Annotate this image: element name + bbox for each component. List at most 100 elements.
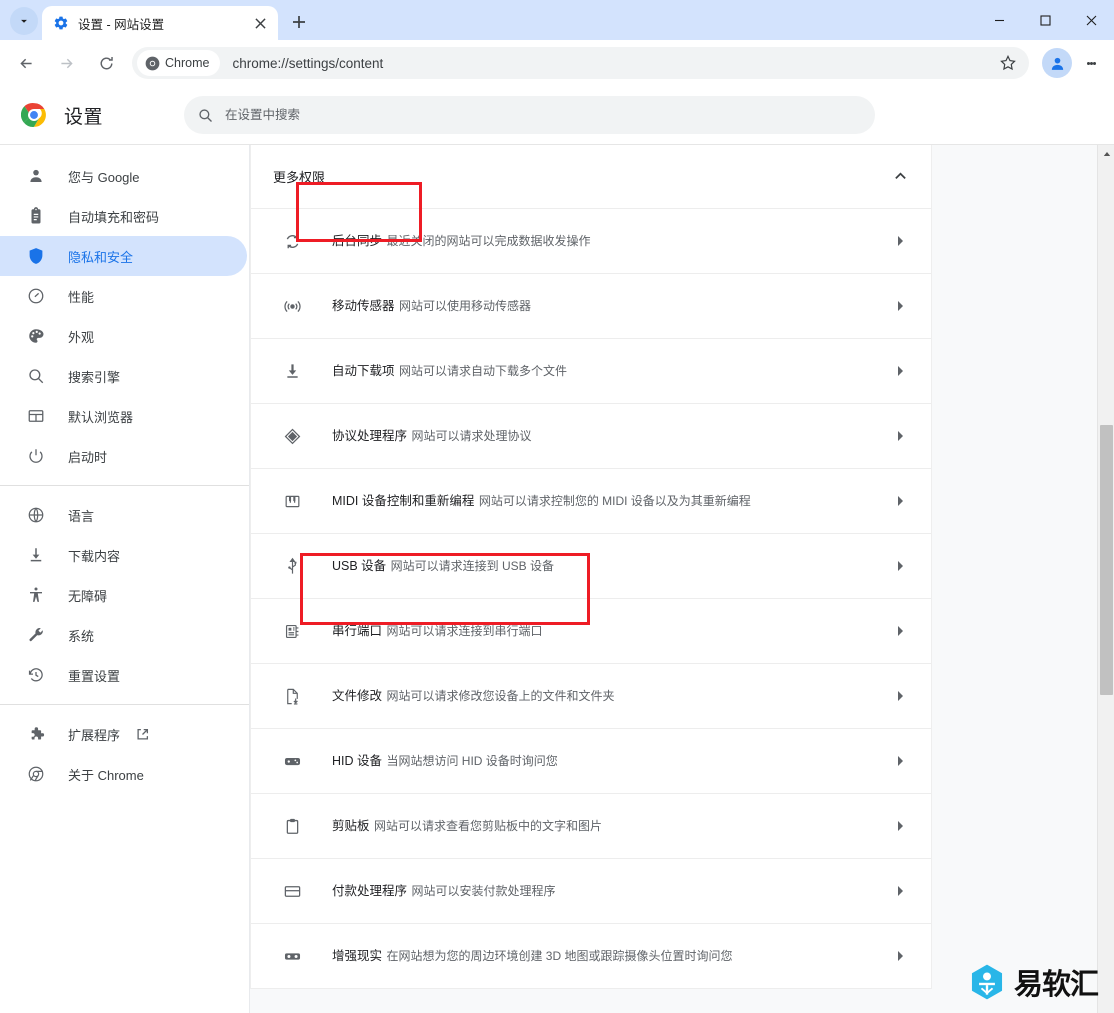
globe-icon: [26, 505, 46, 525]
sidebar-item-label: 隐私和安全: [68, 249, 134, 265]
chevron-right-icon[interactable]: [891, 427, 909, 445]
permission-row-file-editing[interactable]: 文件修改 网站可以请求修改您设备上的文件和文件夹: [251, 664, 931, 729]
permission-row-usb-devices[interactable]: USB 设备 网站可以请求连接到 USB 设备: [251, 534, 931, 599]
profile-avatar[interactable]: [1042, 48, 1072, 78]
ar-icon: [281, 945, 303, 967]
restore-icon: [26, 665, 46, 685]
new-tab-button[interactable]: [285, 8, 313, 36]
bookmark-star-icon[interactable]: [993, 48, 1023, 78]
sidebar-item-autofill-passwords[interactable]: 自动填充和密码: [0, 196, 247, 236]
sidebar-item-search-engine[interactable]: 搜索引擎: [0, 356, 247, 396]
chrome-chip: Chrome: [137, 50, 221, 76]
permission-row-midi-devices[interactable]: MIDI 设备控制和重新编程 网站可以请求控制您的 MIDI 设备以及为其重新编…: [251, 469, 931, 534]
permission-row-protocol-handlers[interactable]: 协议处理程序 网站可以请求处理协议: [251, 404, 931, 469]
chevron-right-icon[interactable]: [891, 947, 909, 965]
permission-title: 付款处理程序: [332, 883, 408, 898]
browser-window: 设置 - 网站设置 Chrome chrome://settings/conte…: [0, 0, 1114, 1013]
scrollbar-up-arrow[interactable]: [1098, 145, 1114, 162]
sidebar-item-about-chrome[interactable]: 关于 Chrome: [0, 754, 247, 794]
chevron-right-icon[interactable]: [891, 557, 909, 575]
sidebar-item-default-browser[interactable]: 默认浏览器: [0, 396, 247, 436]
address-bar[interactable]: Chrome chrome://settings/content: [132, 47, 1029, 79]
sidebar-item-reset-settings[interactable]: 重置设置: [0, 655, 247, 695]
sidebar-item-label: 默认浏览器: [68, 409, 134, 425]
gear-icon: [53, 15, 69, 31]
scrollbar-thumb[interactable]: [1100, 425, 1113, 695]
close-icon[interactable]: [250, 13, 270, 33]
search-input[interactable]: [225, 108, 876, 122]
close-button[interactable]: [1068, 0, 1114, 40]
sidebar-item-you-and-google[interactable]: 您与 Google: [0, 156, 247, 196]
chevron-down-icon: [21, 19, 27, 23]
power-icon: [26, 446, 46, 466]
chevron-right-icon[interactable]: [891, 752, 909, 770]
permission-desc: 最近关闭的网站可以完成数据收发操作: [386, 233, 591, 248]
puzzle-icon: [26, 724, 46, 744]
chrome-menu-button[interactable]: [1077, 48, 1105, 78]
sidebar-item-label: 性能: [68, 289, 95, 305]
tab-search-button[interactable]: [10, 7, 38, 35]
download-icon: [281, 360, 303, 382]
permission-text: 串行端口 网站可以请求连接到串行端口: [332, 622, 891, 641]
sidebar-item-label: 搜索引擎: [68, 369, 121, 385]
sync-icon: [281, 230, 303, 252]
back-button[interactable]: [10, 47, 42, 79]
permission-title: 协议处理程序: [332, 428, 408, 443]
sidebar-item-privacy-security[interactable]: 隐私和安全: [0, 236, 247, 276]
chevron-right-icon[interactable]: [891, 362, 909, 380]
section-title: 更多权限: [273, 170, 326, 185]
chevron-right-icon[interactable]: [891, 687, 909, 705]
shield-icon: [26, 246, 46, 266]
sidebar-item-label: 重置设置: [68, 668, 121, 684]
chrome-icon: [26, 764, 46, 784]
search-icon: [26, 366, 46, 386]
permission-row-hid-devices[interactable]: HID 设备 当网站想访问 HID 设备时询问您: [251, 729, 931, 794]
sensor-icon: [281, 295, 303, 317]
chevron-right-icon[interactable]: [891, 297, 909, 315]
browser-toolbar: Chrome chrome://settings/content: [0, 40, 1114, 86]
sidebar-item-extensions[interactable]: 扩展程序: [0, 714, 247, 754]
minimize-button[interactable]: [976, 0, 1022, 40]
chevron-right-icon[interactable]: [891, 232, 909, 250]
permission-desc: 网站可以请求查看您剪贴板中的文字和图片: [373, 818, 602, 833]
permission-desc: 网站可以使用移动传感器: [398, 298, 531, 313]
sidebar-item-accessibility[interactable]: 无障碍: [0, 575, 247, 615]
search-icon: [199, 108, 212, 122]
permission-row-augmented-reality[interactable]: 增强现实 在网站想为您的周边环境创建 3D 地图或跟踪摄像头位置时询问您: [251, 924, 931, 989]
sidebar-item-languages[interactable]: 语言: [0, 495, 247, 535]
more-permissions-header[interactable]: 更多权限: [251, 145, 931, 209]
chevron-right-icon[interactable]: [891, 492, 909, 510]
chevron-right-icon[interactable]: [891, 817, 909, 835]
sidebar-item-system[interactable]: 系统: [0, 615, 247, 655]
person-icon: [1051, 57, 1063, 70]
reload-button[interactable]: [90, 47, 122, 79]
permission-row-serial-ports[interactable]: 串行端口 网站可以请求连接到串行端口: [251, 599, 931, 664]
address-bar-url: chrome://settings/content: [232, 55, 384, 71]
forward-button[interactable]: [50, 47, 82, 79]
chevron-right-icon[interactable]: [891, 622, 909, 640]
permission-row-background-sync[interactable]: 后台同步 最近关闭的网站可以完成数据收发操作: [251, 209, 931, 274]
permission-row-automatic-downloads[interactable]: 自动下载项 网站可以请求自动下载多个文件: [251, 339, 931, 404]
external-link-icon: [136, 728, 149, 741]
permission-desc: 网站可以请求修改您设备上的文件和文件夹: [386, 688, 615, 703]
content-scrollbar[interactable]: [1097, 145, 1114, 1013]
file-edit-icon: [281, 685, 303, 707]
permission-row-payment-handlers[interactable]: 付款处理程序 网站可以安装付款处理程序: [251, 859, 931, 924]
sidebar-item-appearance[interactable]: 外观: [0, 316, 247, 356]
chevron-up-icon[interactable]: [891, 168, 909, 186]
permission-desc: 网站可以安装付款处理程序: [411, 883, 556, 898]
sidebar-item-performance[interactable]: 性能: [0, 276, 247, 316]
permission-text: 剪贴板 网站可以请求查看您剪贴板中的文字和图片: [332, 817, 891, 836]
maximize-button[interactable]: [1022, 0, 1068, 40]
sidebar-divider: [0, 704, 249, 705]
permission-row-motion-sensors[interactable]: 移动传感器 网站可以使用移动传感器: [251, 274, 931, 339]
permission-text: 自动下载项 网站可以请求自动下载多个文件: [332, 362, 891, 381]
settings-search-box[interactable]: [184, 96, 876, 134]
person-icon: [26, 166, 46, 186]
chevron-right-icon[interactable]: [891, 882, 909, 900]
sidebar-item-downloads[interactable]: 下载内容: [0, 535, 247, 575]
permission-row-clipboard[interactable]: 剪贴板 网站可以请求查看您剪贴板中的文字和图片: [251, 794, 931, 859]
browser-tab-active[interactable]: 设置 - 网站设置: [42, 6, 278, 40]
sidebar-item-on-startup[interactable]: 启动时: [0, 436, 247, 476]
protocol-icon: [281, 425, 303, 447]
